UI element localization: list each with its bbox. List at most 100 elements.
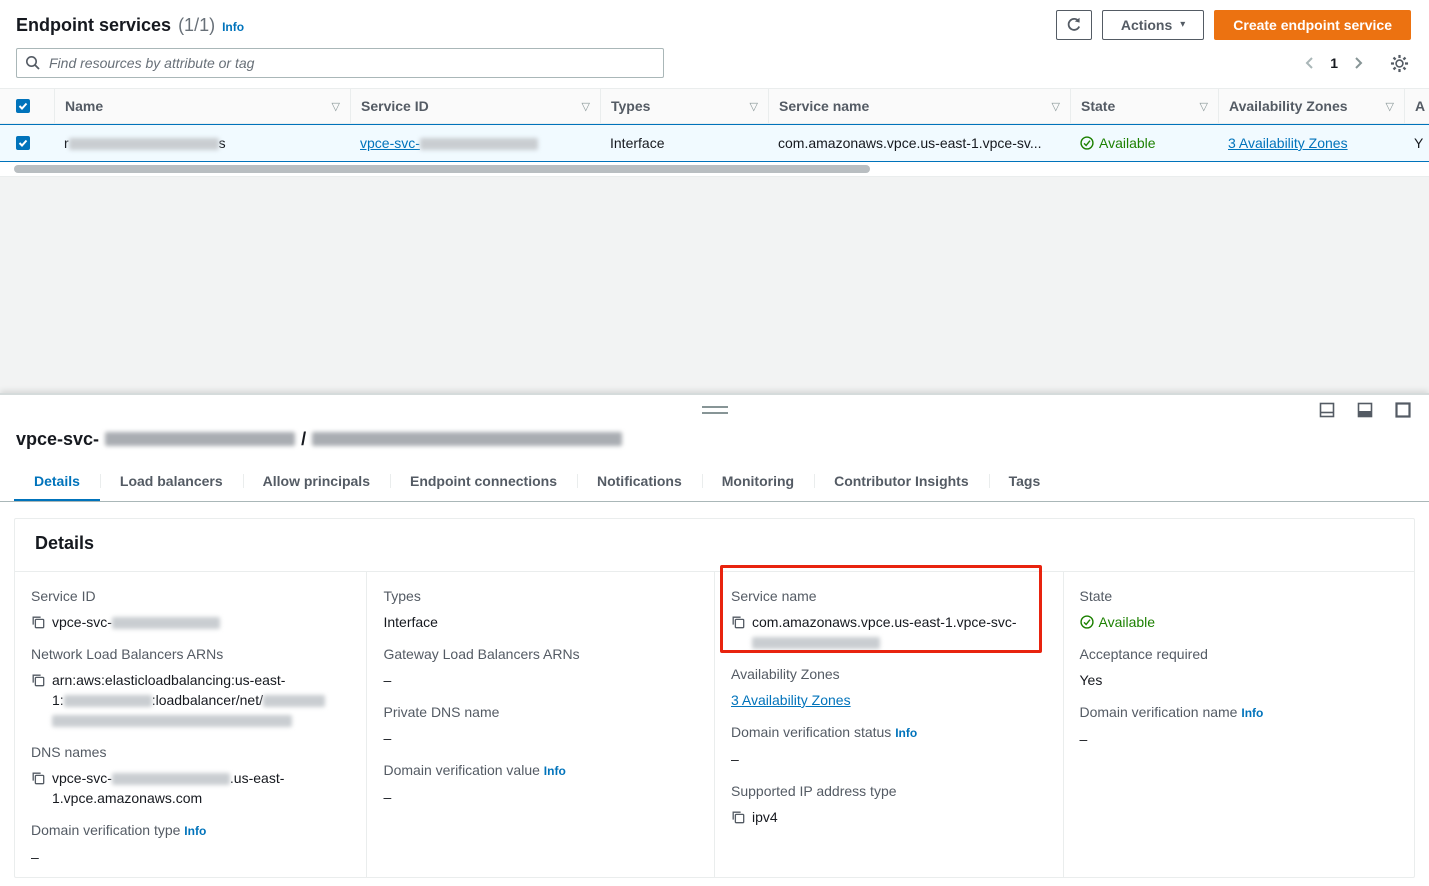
copy-icon[interactable] — [731, 810, 745, 824]
table-row[interactable]: rs vpce-svc- Interface com.amazonaws.vpc… — [0, 124, 1429, 162]
chevron-right-icon — [1352, 56, 1364, 70]
check-circle-icon — [1080, 615, 1094, 629]
filter-icon[interactable]: ▽ — [1386, 100, 1394, 113]
tab-allow-principals[interactable]: Allow principals — [243, 463, 390, 501]
column-header-service-name[interactable]: Service name ▽ — [768, 89, 1070, 123]
field-availability-zones: Availability Zones 3 Availability Zones — [731, 664, 1047, 710]
details-card-heading: Details — [15, 519, 1414, 572]
column-header-name[interactable]: Name ▽ — [54, 89, 350, 123]
column-header-acceptance[interactable]: A — [1404, 89, 1429, 123]
tab-load-balancers[interactable]: Load balancers — [100, 463, 243, 501]
search-input[interactable] — [16, 48, 664, 78]
column-header-label: State — [1081, 98, 1115, 114]
field-value: vpce-svc- — [52, 612, 220, 632]
redacted-text — [52, 715, 292, 727]
field-value: – — [31, 847, 39, 867]
column-header-types[interactable]: Types ▽ — [600, 89, 768, 123]
tab-monitoring[interactable]: Monitoring — [702, 463, 814, 501]
panel-title-prefix: vpce-svc- — [16, 429, 99, 450]
field-service-id: Service ID vpce-svc- — [31, 586, 350, 632]
field-network-load-balancers-arns: Network Load Balancers ARNs arn:aws:elas… — [31, 644, 350, 730]
create-endpoint-service-button[interactable]: Create endpoint service — [1214, 10, 1411, 40]
service-id-prefix: vpce-svc- — [360, 135, 420, 151]
availability-zones-link[interactable]: 3 Availability Zones — [731, 690, 851, 710]
field-label: Service ID — [31, 586, 350, 606]
page-number[interactable]: 1 — [1320, 55, 1348, 71]
filter-icon[interactable]: ▽ — [750, 100, 758, 113]
page-header: Endpoint services (1/1) Info Actions ▾ C… — [0, 0, 1429, 46]
service-id-link[interactable]: vpce-svc- — [360, 135, 538, 151]
page-title: Endpoint services (1/1) Info — [16, 15, 244, 36]
availability-zones-link[interactable]: 3 Availability Zones — [1228, 135, 1348, 151]
search-box — [16, 48, 664, 78]
refresh-icon — [1066, 17, 1082, 33]
panel-position-bottom-button[interactable] — [1315, 400, 1339, 420]
field-label: Supported IP address type — [731, 781, 1047, 801]
info-link[interactable]: Info — [222, 20, 244, 34]
field-label: Domain verification value Info — [383, 760, 698, 781]
field-dns-names: DNS names vpce-svc-.us-east- 1.vpce.amaz… — [31, 742, 350, 808]
info-link[interactable]: Info — [1241, 706, 1263, 720]
column-header-availability-zones[interactable]: Availability Zones ▽ — [1218, 89, 1404, 123]
cell-types: Interface — [600, 125, 768, 161]
previous-page-button[interactable] — [1300, 54, 1320, 72]
filter-icon[interactable]: ▽ — [582, 100, 590, 113]
filter-icon[interactable]: ▽ — [332, 100, 340, 113]
tab-contributor-insights[interactable]: Contributor Insights — [814, 463, 989, 501]
redacted-text — [420, 138, 538, 150]
cell-service-id: vpce-svc- — [350, 125, 600, 161]
refresh-button[interactable] — [1056, 10, 1092, 40]
field-label: Domain verification type Info — [31, 820, 350, 841]
tab-details[interactable]: Details — [14, 463, 100, 501]
gear-icon — [1390, 54, 1409, 73]
redacted-text — [69, 138, 219, 150]
info-link[interactable]: Info — [895, 726, 917, 740]
check-circle-icon — [1080, 136, 1094, 150]
state-value: Available — [1099, 612, 1156, 632]
redacted-text — [112, 773, 230, 785]
copy-icon[interactable] — [31, 615, 45, 629]
panel-maximize-icon — [1395, 402, 1411, 418]
info-link[interactable]: Info — [184, 824, 206, 838]
name-fragment: s — [219, 135, 226, 151]
tab-endpoint-connections[interactable]: Endpoint connections — [390, 463, 577, 501]
column-header-service-id[interactable]: Service ID ▽ — [350, 89, 600, 123]
field-label: Gateway Load Balancers ARNs — [383, 644, 698, 664]
field-value: com.amazonaws.vpce.us-east-1.vpce-svc- — [752, 612, 1017, 652]
table-header-row: Name ▽ Service ID ▽ Types ▽ Service name… — [0, 88, 1429, 124]
tab-notifications[interactable]: Notifications — [577, 463, 702, 501]
redacted-text — [112, 617, 220, 629]
redacted-text — [64, 695, 152, 707]
panel-position-side-button[interactable] — [1353, 400, 1377, 420]
details-column-1: Service ID vpce-svc- Network Load Balanc… — [15, 572, 366, 878]
field-value: ipv4 — [752, 807, 778, 827]
header-actions: Actions ▾ Create endpoint service — [1056, 10, 1411, 40]
acceptance-value: Y — [1414, 135, 1423, 151]
select-all-checkbox[interactable] — [16, 99, 30, 113]
scrollbar-thumb[interactable] — [14, 165, 870, 173]
copy-icon[interactable] — [731, 615, 745, 629]
panel-maximize-button[interactable] — [1391, 400, 1415, 420]
field-domain-verification-type: Domain verification type Info – — [31, 820, 350, 867]
field-label: Availability Zones — [731, 664, 1047, 684]
scrollbar-track[interactable] — [14, 165, 1415, 173]
copy-icon[interactable] — [31, 771, 45, 785]
cell-service-name: com.amazonaws.vpce.us-east-1.vpce-sv... — [768, 125, 1070, 161]
drag-handle[interactable] — [702, 406, 728, 414]
filter-icon[interactable]: ▽ — [1200, 100, 1208, 113]
copy-icon[interactable] — [31, 673, 45, 687]
filter-icon[interactable]: ▽ — [1052, 100, 1060, 113]
panel-side-icon — [1357, 402, 1373, 418]
field-service-name: Service name com.amazonaws.vpce.us-east-… — [731, 586, 1047, 652]
panel-layout-controls — [1315, 400, 1415, 420]
field-label: Service name — [731, 586, 1047, 606]
row-checkbox[interactable] — [16, 136, 30, 150]
settings-button[interactable] — [1386, 52, 1413, 75]
actions-button[interactable]: Actions ▾ — [1102, 10, 1204, 40]
next-page-button[interactable] — [1348, 54, 1368, 72]
redacted-text — [752, 637, 880, 649]
tab-tags[interactable]: Tags — [989, 463, 1061, 501]
column-header-state[interactable]: State ▽ — [1070, 89, 1218, 123]
field-domain-verification-name: Domain verification name Info – — [1080, 702, 1399, 749]
info-link[interactable]: Info — [544, 764, 566, 778]
